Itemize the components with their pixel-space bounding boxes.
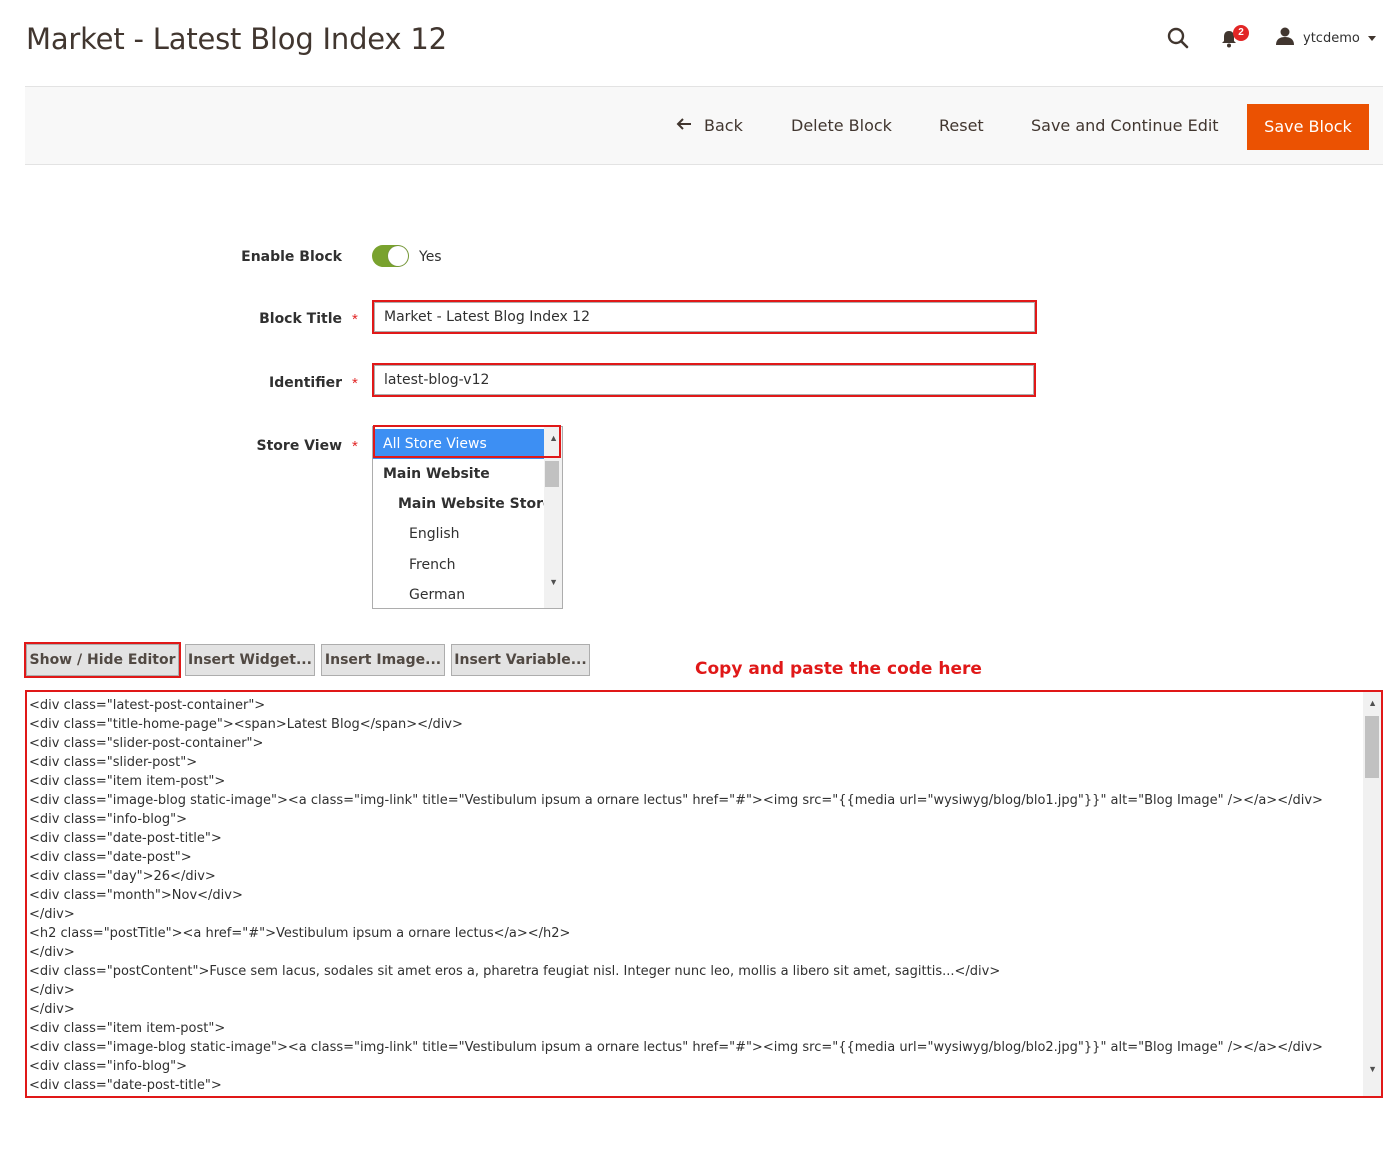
identifier-input[interactable] — [372, 363, 1036, 397]
scroll-thumb[interactable] — [1365, 716, 1379, 778]
scroll-thumb[interactable] — [545, 461, 559, 487]
notification-count-badge: 2 — [1233, 25, 1249, 41]
required-marker: * — [352, 375, 358, 392]
code-line: <div class="slider-post"> — [29, 755, 198, 770]
insert-widget-button[interactable]: Insert Widget... — [185, 644, 315, 676]
code-line: <div class="postContent">Fusce sem lacus… — [29, 964, 1001, 979]
store-view-multiselect[interactable]: All Store Views Main Website Main Websit… — [372, 426, 563, 609]
content-textarea[interactable]: <div class="latest-post-container"> <div … — [25, 690, 1383, 1098]
code-line: <div class="date-post-title"> — [29, 831, 222, 846]
textarea-scrollbar[interactable]: ▲ ▼ — [1363, 692, 1381, 1096]
code-line: <div class="day">26</div> — [29, 869, 216, 884]
insert-image-button[interactable]: Insert Image... — [321, 644, 445, 676]
back-label: Back — [704, 116, 743, 135]
chevron-down-icon — [1367, 35, 1376, 41]
required-marker: * — [352, 438, 358, 455]
enable-block-value: Yes — [419, 249, 442, 265]
code-line: </div> — [29, 1002, 75, 1017]
store-option-english[interactable]: English — [373, 519, 562, 549]
scroll-down-icon[interactable]: ▼ — [1368, 1064, 1377, 1074]
store-option-all[interactable]: All Store Views — [373, 429, 553, 459]
store-view-scrollbar[interactable]: ▲ ▼ — [544, 427, 562, 608]
notifications-button[interactable]: 2 — [1220, 25, 1250, 52]
code-line: <h2 class="postTitle"><a href="#">Vestib… — [29, 926, 571, 941]
code-line: <div class="date-post"> — [29, 850, 192, 865]
store-option-german[interactable]: German — [373, 580, 562, 608]
code-line: <div class="latest-post-container"> — [29, 698, 266, 713]
block-title-input[interactable] — [372, 300, 1037, 334]
store-view-label: Store View — [256, 438, 342, 454]
store-option-french[interactable]: French — [373, 550, 562, 580]
user-menu[interactable]: ytcdemo — [1275, 26, 1376, 50]
toggle-knob — [388, 246, 408, 266]
save-block-button[interactable]: Save Block — [1247, 104, 1369, 150]
code-lines: <div class="latest-post-container"> <div … — [29, 696, 1359, 1095]
store-option-group-website: Main Website — [383, 466, 490, 482]
code-line: <div class="info-blog"> — [29, 812, 187, 827]
code-line: <div class="image-blog static-image"><a … — [29, 1040, 1323, 1055]
code-line: </div> — [29, 945, 75, 960]
scroll-up-icon[interactable]: ▲ — [1368, 698, 1377, 708]
code-line: <div class="title-home-page"><span>Lates… — [29, 717, 463, 732]
code-line: <div class="image-blog static-image"><a … — [29, 793, 1323, 808]
show-hide-editor-button[interactable]: Show / Hide Editor — [24, 642, 181, 678]
code-line: </div> — [29, 907, 75, 922]
delete-block-button[interactable]: Delete Block — [791, 104, 892, 148]
back-button[interactable]: Back — [676, 104, 743, 148]
paste-instruction: Copy and paste the code here — [695, 659, 982, 679]
code-line: </div> — [29, 983, 75, 998]
code-line: <div class="item item-post"> — [29, 1021, 226, 1036]
code-line: <div class="info-blog"> — [29, 1059, 187, 1074]
code-line: <div class="item item-post"> — [29, 774, 226, 789]
user-icon — [1275, 26, 1295, 51]
reset-button[interactable]: Reset — [939, 104, 984, 148]
page-title: Market - Latest Blog Index 12 — [26, 22, 447, 56]
block-title-label: Block Title — [259, 311, 342, 327]
required-marker: * — [352, 311, 358, 328]
save-and-continue-button[interactable]: Save and Continue Edit — [1031, 104, 1219, 148]
enable-block-label: Enable Block — [241, 249, 342, 265]
username: ytcdemo — [1303, 30, 1360, 46]
page-actions-toolbar: Back Delete Block Reset Save and Continu… — [25, 86, 1383, 165]
identifier-label: Identifier — [269, 375, 342, 391]
search-icon[interactable] — [1166, 26, 1190, 50]
scroll-up-icon[interactable]: ▲ — [549, 433, 558, 443]
arrow-left-icon — [676, 104, 704, 148]
insert-variable-button[interactable]: Insert Variable... — [451, 644, 590, 676]
code-line: <div class="month">Nov</div> — [29, 888, 243, 903]
code-line: <div class="date-post-title"> — [29, 1078, 222, 1093]
enable-block-toggle[interactable] — [372, 245, 409, 267]
store-option-group-store: Main Website Store — [398, 496, 553, 512]
code-line: <div class="slider-post-container"> — [29, 736, 264, 751]
scroll-down-icon[interactable]: ▼ — [549, 577, 558, 587]
